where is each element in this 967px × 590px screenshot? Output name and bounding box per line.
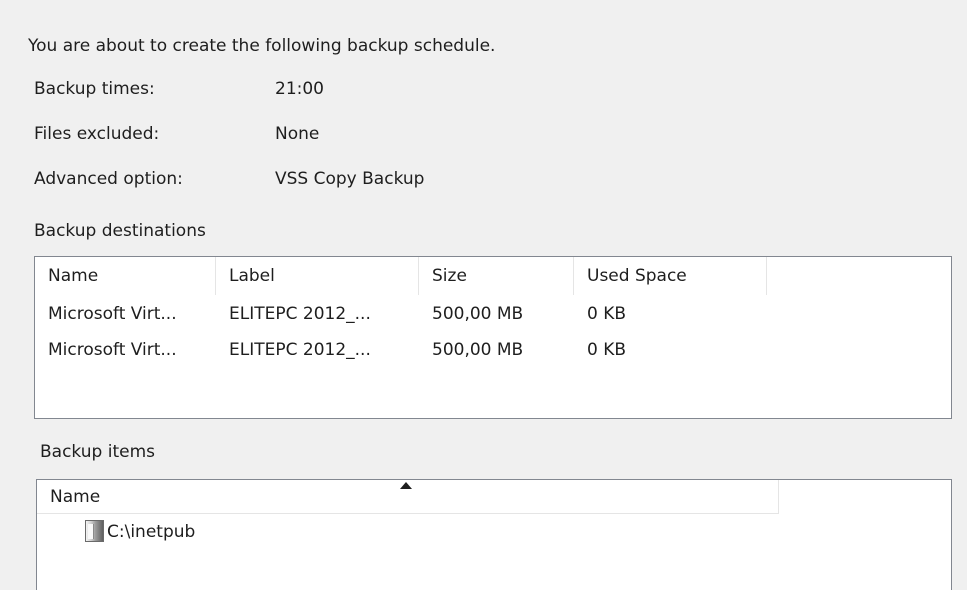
column-header-size[interactable]: Size: [419, 257, 574, 295]
backup-destinations-title: Backup destinations: [34, 221, 206, 241]
table-row[interactable]: Microsoft Virt... ELITEPC 2012_... 500,0…: [35, 334, 951, 370]
backup-destinations-list[interactable]: Name Label Size Used Space Microsoft Vir…: [34, 256, 952, 419]
destination-name: Microsoft Virt...: [48, 304, 177, 324]
destinations-header-row: Name Label Size Used Space: [35, 257, 951, 295]
folder-icon: [85, 520, 104, 542]
destination-label: ELITEPC 2012_...: [229, 340, 371, 360]
destination-used-space: 0 KB: [587, 304, 627, 324]
destination-size: 500,00 MB: [432, 304, 524, 324]
column-header-label[interactable]: Label: [216, 257, 419, 295]
backup-times-value: 21:00: [275, 79, 324, 99]
destination-used-space: 0 KB: [587, 340, 627, 360]
files-excluded-value: None: [275, 124, 320, 144]
files-excluded-label: Files excluded:: [34, 124, 160, 144]
destination-name: Microsoft Virt...: [48, 340, 177, 360]
list-item[interactable]: C:\inetpub: [37, 516, 951, 550]
table-row[interactable]: Microsoft Virt... ELITEPC 2012_... 500,0…: [35, 298, 951, 334]
sort-ascending-icon: [400, 482, 412, 489]
backup-item-name: C:\inetpub: [107, 522, 196, 542]
column-header-used-space[interactable]: Used Space: [574, 257, 767, 295]
backup-items-title: Backup items: [40, 442, 155, 462]
backup-times-label: Backup times:: [34, 79, 155, 99]
backup-items-list[interactable]: Name C:\inetpub: [36, 479, 952, 590]
column-header-name[interactable]: Name: [37, 480, 779, 514]
destination-label: ELITEPC 2012_...: [229, 304, 371, 324]
column-header-name[interactable]: Name: [35, 257, 216, 295]
column-header-name-label: Name: [50, 487, 101, 507]
intro-text: You are about to create the following ba…: [28, 36, 496, 56]
destination-size: 500,00 MB: [432, 340, 524, 360]
advanced-option-label: Advanced option:: [34, 169, 183, 189]
advanced-option-value: VSS Copy Backup: [275, 169, 425, 189]
items-header-row: Name: [37, 480, 951, 518]
